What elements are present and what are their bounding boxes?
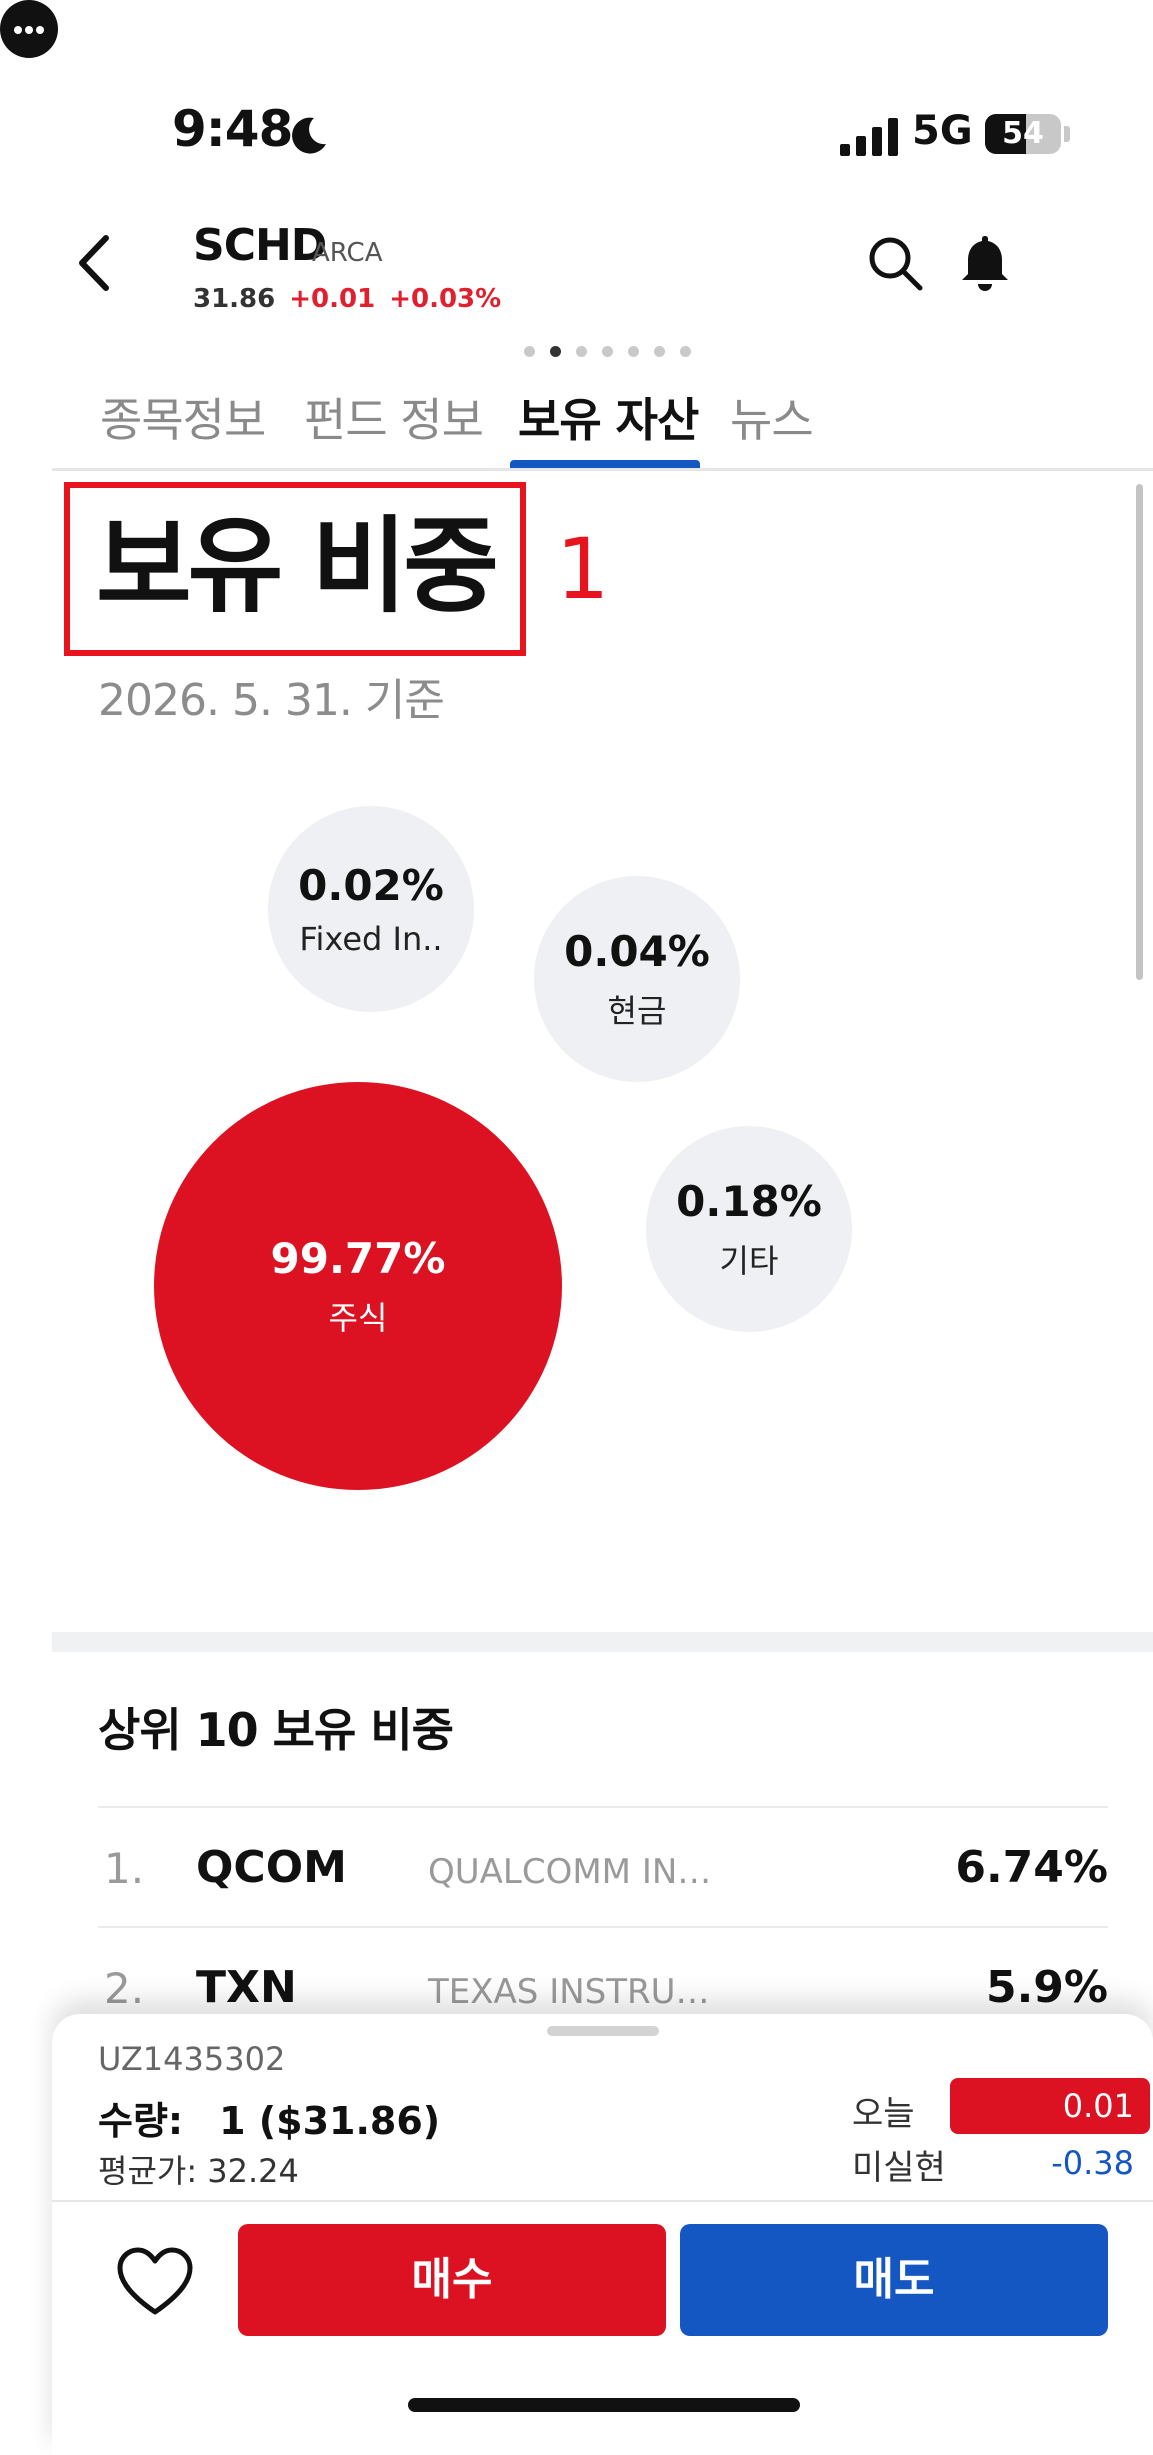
tab-holdings[interactable]: 보유 자산 [518,384,699,450]
bubble-label: 기타 [719,1241,779,1280]
bubble-value: 0.18% [676,1176,822,1226]
tab-news[interactable]: 뉴스 [730,384,814,450]
moon-icon [292,117,326,154]
unrealized-value: -0.38 [1051,2144,1134,2182]
bubble-other[interactable]: 0.18% 기타 [646,1126,852,1332]
bubble-label: 주식 [328,1298,388,1337]
holding-name: TEXAS INSTRU… [428,1972,710,2012]
page-dots [524,346,691,358]
holding-name: QUALCOMM IN… [428,1852,712,1892]
page-dot [524,346,535,357]
holding-weight: 5.9% [985,1962,1108,2013]
row-divider [98,1806,1108,1808]
tabs-divider [52,468,1153,471]
annotation-box [64,482,526,656]
bubble-value: 0.04% [564,926,710,976]
home-indicator [408,2398,800,2412]
today-pnl-badge: 0.01 [950,2078,1150,2134]
search-icon[interactable] [864,232,926,294]
ticker-symbol: SCHD [193,220,327,271]
as-of-date: 2026. 5. 31. 기준 [98,675,445,726]
status-time: 9:48 [172,100,293,158]
average-price: 평균가: 32.24 [98,2152,299,2190]
exchange-label: ARCA [312,238,383,268]
table-row[interactable]: 1. QCOM QUALCOMM IN… 6.74% [98,1816,1108,1926]
price-change-pct: +0.03% [389,284,502,314]
bubble-value: 0.02% [298,860,444,910]
active-tab-indicator [510,460,700,468]
sheet-grabber[interactable] [547,2026,659,2036]
order-bottom-sheet: UZ1435302 수량: 1 ($31.86) 평균가: 32.24 오늘 0.… [52,2014,1153,2455]
annotation-number: 1 [556,520,610,618]
price-change: +0.01 [289,284,376,314]
page-dot [576,346,587,357]
battery-icon: 54 [985,114,1061,154]
page-dot [680,346,691,357]
today-label: 오늘 [852,2094,915,2134]
bubble-value: 99.77% [270,1233,446,1283]
back-arrow-icon[interactable] [62,228,132,298]
tab-bar: 종목정보 펀드 정보 보유 자산 뉴스 [0,372,1153,472]
bubble-fixed-income[interactable]: 0.02% Fixed In.. [268,806,474,1012]
network-label: 5G [912,108,973,154]
bubble-label: Fixed In.. [299,919,443,958]
holding-rank: 2. [104,1964,145,2013]
holding-rank: 1. [104,1844,145,1893]
page-dot-active [550,346,561,357]
account-number: UZ1435302 [98,2040,286,2078]
bubble-label: 현금 [607,991,667,1030]
page-dot [654,346,665,357]
page-dot [628,346,639,357]
tab-stock-info[interactable]: 종목정보 [100,384,266,450]
unrealized-label: 미실현 [852,2148,946,2188]
quantity-label: 수량: [98,2099,184,2143]
battery-level: 54 [1002,116,1044,151]
status-bar: 9:48 5G 54 [0,0,1153,200]
row-divider [98,1926,1108,1928]
bubble-stocks[interactable]: 99.77% 주식 [154,1082,562,1490]
section-divider [52,1632,1153,1652]
price-line: 31.86 +0.01 +0.03% [193,284,501,314]
sell-button[interactable]: 매도 [680,2224,1108,2336]
holding-symbol: TXN [196,1962,297,2013]
top-holdings-title: 상위 10 보유 비중 [98,1703,454,1757]
bell-icon[interactable] [954,232,1016,294]
signal-icon [840,118,898,156]
price: 31.86 [193,284,276,314]
sheet-divider [52,2200,1153,2202]
quantity-value: 1 ($31.86) [219,2099,441,2143]
heart-icon[interactable] [116,2246,194,2318]
buy-button[interactable]: 매수 [238,2224,666,2336]
bubble-cash[interactable]: 0.04% 현금 [534,876,740,1082]
page-dot [602,346,613,357]
holding-weight: 6.74% [955,1842,1108,1893]
tab-fund-info[interactable]: 펀드 정보 [304,384,484,450]
holding-symbol: QCOM [196,1842,347,1893]
allocation-bubble-chart: 0.02% Fixed In.. 0.04% 현금 99.77% 주식 0.18… [0,760,1153,1520]
battery-nub [1064,126,1070,142]
quantity: 수량: 1 ($31.86) [98,2090,440,2145]
